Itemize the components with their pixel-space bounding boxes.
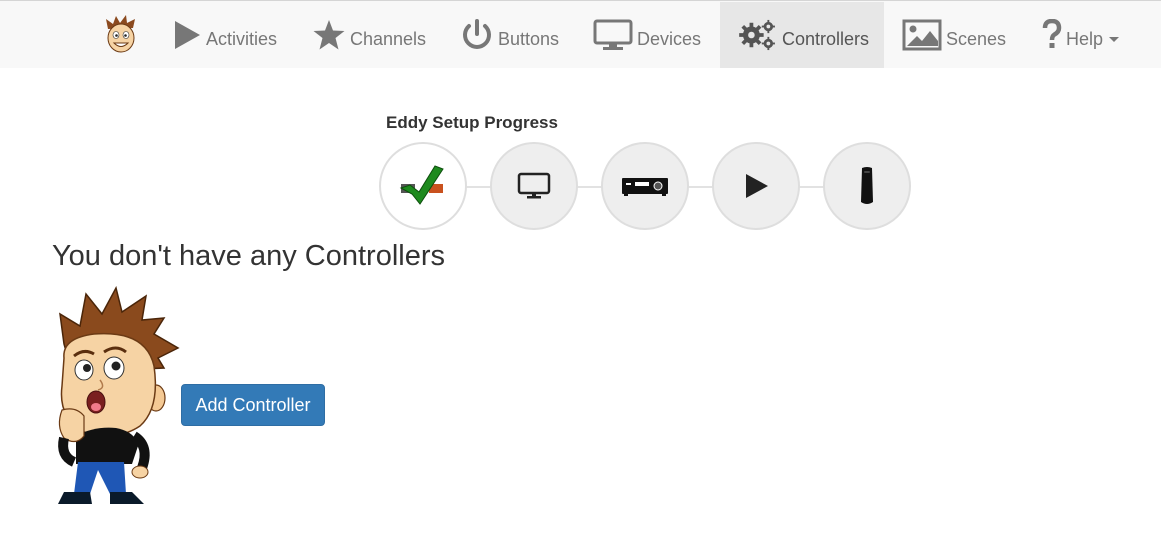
monitor-icon bbox=[593, 19, 633, 50]
mascot-logo-icon[interactable] bbox=[102, 15, 140, 55]
setup-step-device[interactable] bbox=[379, 142, 467, 230]
nav-activities-label: Activities bbox=[206, 28, 278, 49]
setup-step-receiver[interactable] bbox=[601, 142, 689, 230]
mascot-thinking-icon bbox=[58, 286, 180, 504]
nav-controllers[interactable]: Controllers bbox=[720, 2, 884, 68]
play-icon bbox=[175, 21, 200, 49]
nav-controllers-label: Controllers bbox=[782, 28, 870, 49]
device-check-icon bbox=[399, 165, 444, 205]
top-navbar: Activities Channels Buttons Devices Cont… bbox=[0, 0, 1161, 68]
nav-activities[interactable]: Activities bbox=[172, 2, 277, 68]
nav-channels[interactable]: Channels bbox=[312, 2, 426, 68]
image-icon bbox=[902, 19, 942, 51]
nav-devices[interactable]: Devices bbox=[593, 2, 701, 68]
nav-help-dropdown[interactable]: Help bbox=[1042, 2, 1120, 68]
power-icon bbox=[463, 19, 491, 49]
star-icon bbox=[313, 20, 345, 50]
setup-step-activity[interactable] bbox=[712, 142, 800, 230]
page-title: You don't have any Controllers bbox=[52, 240, 446, 272]
nav-devices-label: Devices bbox=[637, 28, 702, 49]
nav-buttons-label: Buttons bbox=[498, 28, 560, 49]
nav-channels-label: Channels bbox=[350, 28, 427, 49]
setup-progress-title: Eddy Setup Progress bbox=[386, 113, 558, 132]
question-icon bbox=[1042, 19, 1062, 48]
nav-buttons[interactable]: Buttons bbox=[460, 2, 559, 68]
setup-step-remote[interactable] bbox=[823, 142, 911, 230]
add-controller-button[interactable]: Add Controller bbox=[181, 384, 325, 426]
nav-scenes-label: Scenes bbox=[946, 28, 1007, 49]
chevron-down-icon bbox=[1109, 36, 1120, 42]
remote-icon bbox=[861, 167, 873, 204]
gears-icon bbox=[739, 19, 775, 51]
setup-step-tv[interactable] bbox=[490, 142, 578, 230]
receiver-icon bbox=[622, 178, 668, 196]
nav-help-label: Help bbox=[1066, 28, 1104, 49]
monitor-icon bbox=[517, 172, 551, 199]
nav-scenes[interactable]: Scenes bbox=[902, 2, 1006, 68]
play-icon bbox=[746, 174, 768, 198]
